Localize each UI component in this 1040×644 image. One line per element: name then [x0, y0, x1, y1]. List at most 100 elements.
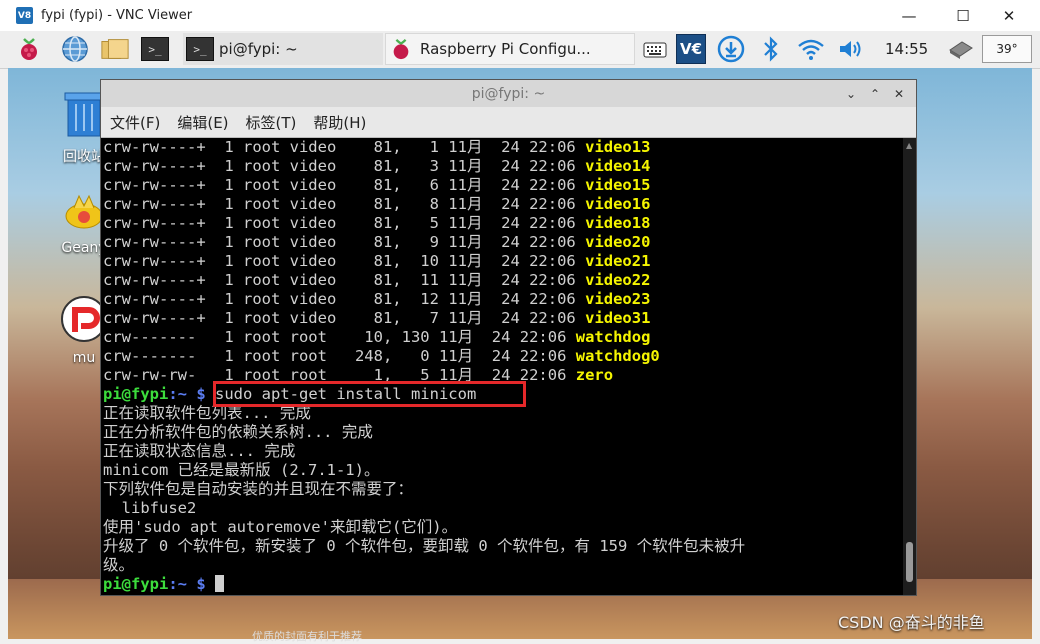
terminal-scrollbar[interactable]: ▲ — [903, 138, 916, 595]
terminal-launcher-button[interactable]: >_ — [140, 34, 170, 64]
eject-button[interactable] — [945, 34, 975, 64]
device-info: 1 root video 81, 8 11月 24 22:06 — [205, 195, 586, 213]
terminal-window[interactable]: pi@fypi: ~ ⌄ ⌃ ✕ 文件(F) 编辑(E) 标签(T) 帮助(H)… — [100, 79, 917, 596]
device-name: video31 — [585, 309, 651, 327]
device-info: 1 root video 81, 11 11月 24 22:06 — [205, 271, 586, 289]
device-row: crw-rw----+ 1 root video 81, 5 11月 24 22… — [103, 214, 745, 233]
wifi-icon — [796, 34, 826, 64]
download-icon — [716, 34, 746, 64]
cpu-temperature: 39° — [982, 35, 1032, 63]
command-highlight-box — [213, 381, 526, 407]
device-perm: crw-rw----+ — [103, 176, 206, 194]
prompt-user: pi@fypi — [103, 575, 169, 593]
terminal-menu-bar: 文件(F) 编辑(E) 标签(T) 帮助(H) — [101, 107, 916, 138]
keyboard-icon — [640, 34, 670, 64]
device-info: 1 root video 81, 6 11月 24 22:06 — [205, 176, 586, 194]
device-name: video18 — [585, 214, 651, 232]
output-line: 升级了 0 个软件包，新安装了 0 个软件包，要卸载 0 个软件包，有 159 … — [103, 537, 746, 555]
task-terminal-label: pi@fypi: ~ — [219, 40, 298, 58]
device-name: video16 — [585, 195, 651, 213]
device-info: 1 root video 81, 10 11月 24 22:06 — [205, 252, 586, 270]
device-perm: crw-rw----+ — [103, 157, 206, 175]
csdn-watermark: CSDN @奋斗的非鱼 — [838, 613, 985, 632]
minimize-button[interactable]: — — [886, 0, 932, 31]
raspberry-menu-icon — [14, 34, 44, 64]
raspberry-config-icon — [386, 34, 416, 64]
clock: 14:55 — [885, 40, 929, 58]
device-row: crw-rw----+ 1 root video 81, 10 11月 24 2… — [103, 252, 745, 271]
device-row: crw-rw----+ 1 root video 81, 12 11月 24 2… — [103, 290, 745, 309]
device-perm: crw-rw----+ — [103, 252, 206, 270]
device-name: video13 — [585, 138, 651, 156]
wifi-button[interactable] — [796, 34, 826, 64]
output-line: 正在分析软件包的依赖关系树... 完成 — [103, 423, 373, 441]
device-name: watchdog — [575, 328, 651, 346]
device-perm: crw-rw----+ — [103, 309, 206, 327]
device-name: zero — [575, 366, 614, 384]
file-manager-icon — [100, 34, 130, 64]
terminal-minimize-button[interactable]: ⌄ — [842, 85, 860, 103]
terminal-title-bar[interactable]: pi@fypi: ~ ⌄ ⌃ ✕ — [101, 80, 916, 107]
task-terminal[interactable]: >_ pi@fypi: ~ — [183, 33, 383, 65]
device-info: 1 root video 81, 9 11月 24 22:06 — [205, 233, 586, 251]
device-perm: crw------- — [103, 328, 215, 346]
device-perm: crw-rw----+ — [103, 195, 206, 213]
bluetooth-icon — [756, 34, 786, 64]
web-browser-button[interactable] — [60, 34, 90, 64]
raspberry-menu-button[interactable] — [14, 34, 44, 64]
close-button[interactable]: ✕ — [986, 0, 1032, 31]
prompt-path: :~ $ — [168, 575, 206, 593]
scroll-up-icon[interactable]: ▲ — [906, 141, 913, 150]
device-info: 1 root video 81, 7 11月 24 22:06 — [205, 309, 586, 327]
prompt-user: pi@fypi — [103, 385, 169, 403]
eject-icon — [945, 34, 975, 64]
vnc-title-bar: V8 fypi (fypi) - VNC Viewer — ☐ ✕ — [0, 0, 1040, 32]
prompt-path: :~ $ — [168, 385, 206, 403]
bluetooth-button[interactable] — [756, 34, 786, 64]
output-line: 级。 — [103, 556, 135, 574]
device-perm: crw-rw-rw- — [103, 366, 215, 384]
terminal-maximize-button[interactable]: ⌃ — [866, 85, 884, 103]
device-info: 1 root video 81, 1 11月 24 22:06 — [205, 138, 586, 156]
vnc-icon: V€ — [676, 34, 706, 64]
device-name: video20 — [585, 233, 651, 251]
menu-tabs[interactable]: 标签(T) — [246, 112, 297, 133]
terminal-lines: crw-rw----+ 1 root video 81, 1 11月 24 22… — [103, 138, 745, 594]
device-name: video14 — [585, 157, 651, 175]
keyboard-button[interactable] — [640, 34, 670, 64]
output-line: 下列软件包是自动安装的并且现在不需要了： — [103, 480, 414, 498]
device-info: 1 root video 81, 5 11月 24 22:06 — [205, 214, 586, 232]
menu-edit[interactable]: 编辑(E) — [177, 112, 228, 133]
taskbar: >_ >_ pi@fypi: ~ Raspberry Pi Configu...… — [0, 31, 1040, 69]
vnc-server-button[interactable]: V€ — [676, 34, 706, 64]
device-name: video15 — [585, 176, 651, 194]
device-info: 1 root video 81, 3 11月 24 22:06 — [205, 157, 586, 175]
file-manager-button[interactable] — [100, 34, 130, 64]
output-line: libfuse2 — [103, 499, 197, 517]
maximize-button[interactable]: ☐ — [940, 0, 986, 31]
terminal-title: pi@fypi: ~ — [471, 85, 546, 102]
prompt-line: pi@fypi:~ $ — [103, 575, 745, 594]
terminal-icon: >_ — [185, 34, 215, 64]
device-row: crw-rw----+ 1 root video 81, 6 11月 24 22… — [103, 176, 745, 195]
device-row: crw-rw----+ 1 root video 81, 8 11月 24 22… — [103, 195, 745, 214]
volume-button[interactable] — [836, 34, 866, 64]
terminal-cursor — [215, 575, 224, 592]
terminal-icon: >_ — [140, 34, 170, 64]
device-name: video23 — [585, 290, 651, 308]
device-info: 1 root root 248, 0 11月 24 22:06 — [214, 347, 576, 365]
menu-help[interactable]: 帮助(H) — [313, 112, 366, 133]
device-name: video21 — [585, 252, 651, 270]
volume-icon — [836, 34, 866, 64]
updater-button[interactable] — [716, 34, 746, 64]
device-perm: crw-rw----+ — [103, 214, 206, 232]
menu-file[interactable]: 文件(F) — [110, 112, 160, 133]
device-perm: crw-rw----+ — [103, 290, 206, 308]
device-info: 1 root root 10, 130 11月 24 22:06 — [214, 328, 576, 346]
task-raspberry-pi-configuration[interactable]: Raspberry Pi Configu... — [385, 33, 635, 65]
terminal-close-button[interactable]: ✕ — [890, 85, 908, 103]
terminal-output[interactable]: crw-rw----+ 1 root video 81, 1 11月 24 22… — [101, 138, 904, 595]
device-row: crw-rw----+ 1 root video 81, 1 11月 24 22… — [103, 138, 745, 157]
device-perm: crw-rw----+ — [103, 233, 206, 251]
scrollbar-thumb[interactable] — [906, 542, 913, 582]
